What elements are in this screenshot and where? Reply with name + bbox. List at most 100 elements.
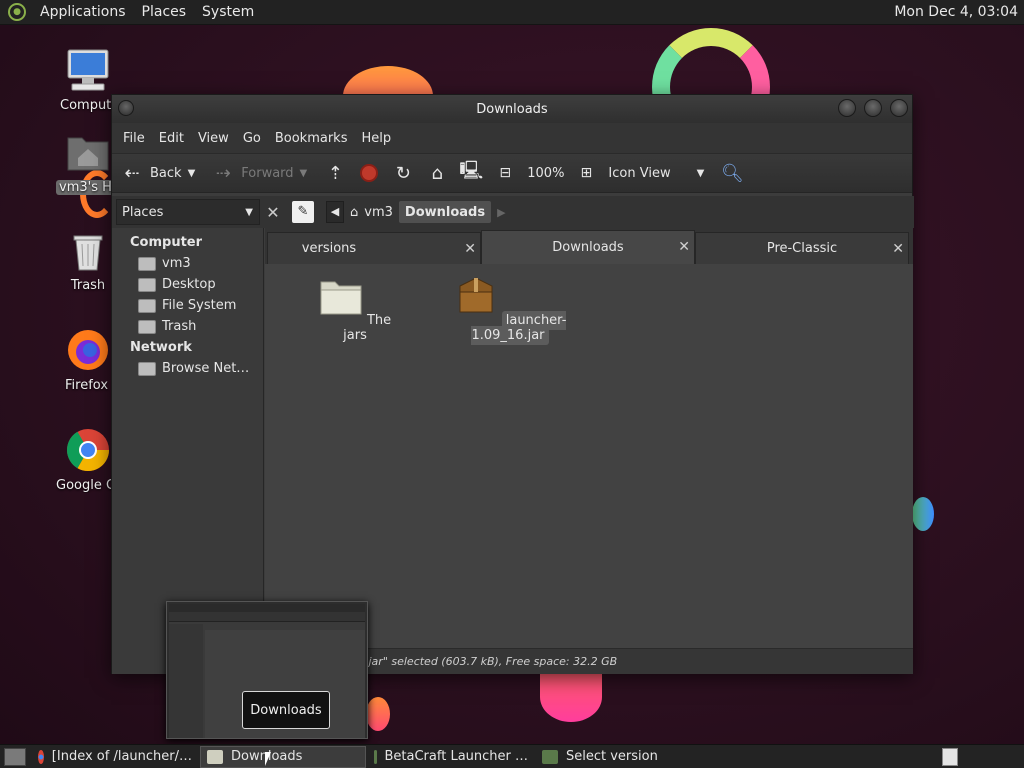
menubar: File Edit View Go Bookmarks Help bbox=[112, 123, 912, 153]
window-menu-button[interactable] bbox=[118, 100, 134, 116]
tab-bar: versions ✕ Downloads ✕ Pre-Classic ✕ bbox=[265, 228, 913, 264]
chevron-down-icon[interactable]: ▼ bbox=[188, 168, 196, 179]
tab-pre-classic[interactable]: Pre-Classic ✕ bbox=[695, 232, 909, 264]
close-tab-icon[interactable]: ✕ bbox=[464, 241, 476, 257]
pathbar: ✎ ◀ ⌂ vm3 Downloads ▶ bbox=[292, 199, 506, 225]
wallpaper-shape bbox=[540, 672, 602, 722]
sidebar-item-trash[interactable]: Trash bbox=[112, 316, 263, 337]
menu-bookmarks[interactable]: Bookmarks bbox=[268, 131, 355, 146]
menu-applications[interactable]: Applications bbox=[32, 4, 134, 20]
chevron-down-icon[interactable]: ▼ bbox=[300, 168, 308, 179]
chrome-icon bbox=[38, 749, 44, 764]
distro-logo-icon[interactable]: ● bbox=[8, 3, 26, 21]
sidebar-head-network: Network bbox=[130, 340, 192, 355]
stop-icon bbox=[360, 164, 379, 182]
file-view[interactable]: The jars launcher-1.09_16.jar bbox=[265, 264, 913, 648]
minimize-button[interactable] bbox=[838, 99, 856, 117]
forward-button[interactable]: ⇢ Forward ▼ bbox=[211, 163, 313, 184]
sidebar-head-computer: Computer bbox=[130, 235, 203, 250]
mouse-cursor bbox=[265, 752, 271, 766]
window-titlebar[interactable]: Downloads bbox=[112, 95, 912, 123]
close-button[interactable] bbox=[890, 99, 908, 117]
home-icon: ⌂ bbox=[350, 204, 359, 220]
archive-icon bbox=[459, 277, 493, 313]
menu-system[interactable]: System bbox=[194, 4, 262, 20]
edit-location-icon[interactable]: ✎ bbox=[292, 201, 314, 223]
path-left-arrow[interactable]: ◀ bbox=[326, 201, 344, 223]
trash-icon bbox=[138, 319, 156, 334]
wallpaper-shape bbox=[912, 497, 934, 531]
thumbnail-tooltip: Downloads bbox=[242, 691, 330, 729]
task-chrome-index[interactable]: [Index of /launcher/… bbox=[32, 746, 198, 768]
task-select-version[interactable]: Select version bbox=[536, 746, 702, 768]
chevron-down-icon: ▼ bbox=[245, 206, 253, 218]
close-sidebar-icon[interactable]: ✕ bbox=[262, 203, 284, 222]
reload-icon: ↻ bbox=[395, 162, 411, 184]
sidebar-item-vm3[interactable]: vm3 bbox=[112, 253, 263, 274]
show-desktop-icon[interactable] bbox=[4, 747, 26, 766]
arrow-up-icon: ⇡ bbox=[327, 162, 343, 184]
desktop-icon bbox=[138, 277, 156, 292]
tab-downloads[interactable]: Downloads ✕ bbox=[481, 230, 695, 264]
task-betacraft-launcher[interactable]: BetaCraft Launcher … bbox=[368, 746, 534, 768]
menu-go[interactable]: Go bbox=[236, 131, 268, 146]
places-selector[interactable]: Places ▼ bbox=[116, 199, 260, 225]
zoom-out-button[interactable]: ⊟ bbox=[493, 165, 517, 181]
zoom-level: 100% bbox=[527, 165, 565, 181]
sidebar-item-file-system[interactable]: File System bbox=[112, 295, 263, 316]
task-downloads[interactable]: Downloads bbox=[200, 745, 366, 768]
window-title: Downloads bbox=[476, 101, 548, 117]
file-manager-window: Downloads File Edit View Go Bookmarks He… bbox=[111, 94, 914, 674]
clock[interactable]: Mon Dec 4, 03:04 bbox=[894, 4, 1024, 20]
crumb-downloads[interactable]: Downloads bbox=[398, 201, 492, 223]
home-folder-icon bbox=[67, 137, 109, 171]
home-icon: ⌂ bbox=[431, 162, 443, 184]
arrow-left-icon: ⇠ bbox=[124, 162, 140, 184]
stop-button[interactable] bbox=[357, 164, 381, 182]
menu-help[interactable]: Help bbox=[354, 131, 398, 146]
chrome-icon bbox=[66, 429, 109, 472]
up-button[interactable]: ⇡ bbox=[323, 163, 347, 184]
betacraft-icon bbox=[542, 749, 558, 764]
crumb-vm3[interactable]: ⌂ vm3 bbox=[344, 201, 399, 223]
toolbar: ⇠ Back ▼ ⇢ Forward ▼ ⇡ ↻ ⌂ 🖳 ⊟ 100% ⊞ Ic… bbox=[112, 153, 912, 193]
drive-icon bbox=[138, 298, 156, 313]
file-item[interactable]: The jars bbox=[315, 276, 395, 343]
arrow-right-icon: ⇢ bbox=[215, 162, 231, 184]
sidebar-item-browse-network[interactable]: Browse Net… bbox=[112, 358, 263, 379]
content-area: versions ✕ Downloads ✕ Pre-Classic ✕ The… bbox=[265, 228, 913, 648]
home-button[interactable]: ⌂ bbox=[425, 163, 449, 184]
home-icon bbox=[138, 256, 156, 271]
file-item-selected[interactable]: launcher-1.09_16.jar bbox=[445, 276, 575, 345]
menu-file[interactable]: File bbox=[116, 131, 152, 146]
location-row: Places ▼ ✕ ✎ ◀ ⌂ vm3 Downloads ▶ bbox=[112, 196, 914, 228]
view-mode-select[interactable]: Icon View ▼ bbox=[608, 166, 710, 181]
zoom-in-button[interactable]: ⊞ bbox=[574, 165, 598, 181]
folder-icon bbox=[207, 749, 223, 764]
sidebar-item-desktop[interactable]: Desktop bbox=[112, 274, 263, 295]
search-icon: 🔍︎ bbox=[720, 162, 744, 184]
maximize-button[interactable] bbox=[864, 99, 882, 117]
computer-icon: 🖳 bbox=[459, 160, 484, 181]
back-button[interactable]: ⇠ Back ▼ bbox=[120, 163, 201, 184]
betacraft-icon bbox=[374, 749, 377, 764]
computer-icon bbox=[67, 49, 109, 91]
search-button[interactable]: 🔍︎ bbox=[720, 163, 744, 184]
zoom-in-icon: ⊞ bbox=[580, 165, 593, 181]
computer-button[interactable]: 🖳 bbox=[459, 158, 483, 188]
firefox-icon bbox=[68, 330, 108, 370]
reload-button[interactable]: ↻ bbox=[391, 163, 415, 184]
zoom-out-icon: ⊟ bbox=[499, 165, 512, 181]
folder-icon bbox=[320, 281, 362, 315]
path-right-arrow[interactable]: ▶ bbox=[497, 206, 505, 219]
chevron-down-icon: ▼ bbox=[696, 167, 705, 179]
menu-view[interactable]: View bbox=[191, 131, 236, 146]
wallpaper-shape bbox=[366, 697, 390, 731]
top-panel: ● Applications Places System Mon Dec 4, … bbox=[0, 0, 1024, 25]
tab-versions[interactable]: versions ✕ bbox=[267, 232, 481, 264]
trash-applet-icon[interactable] bbox=[942, 747, 958, 766]
close-tab-icon[interactable]: ✕ bbox=[892, 241, 904, 257]
menu-edit[interactable]: Edit bbox=[152, 131, 191, 146]
close-tab-icon[interactable]: ✕ bbox=[678, 239, 690, 255]
menu-places[interactable]: Places bbox=[134, 4, 195, 20]
